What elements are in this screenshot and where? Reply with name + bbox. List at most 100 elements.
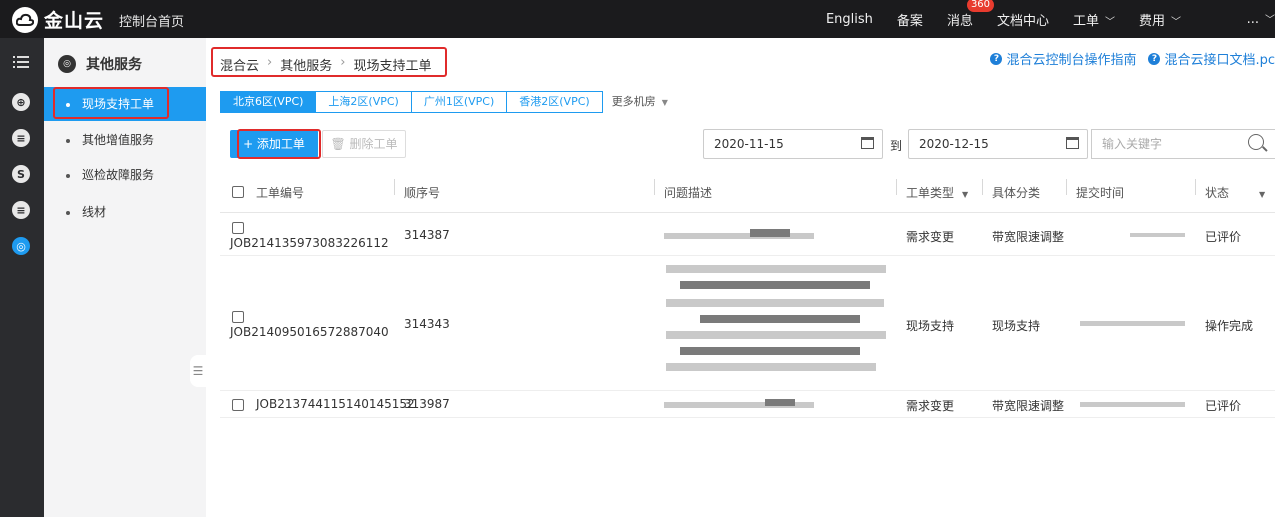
caret-down-icon: ▼ bbox=[1259, 190, 1266, 199]
api-docs-link[interactable]: ? 混合云接口文档.pc bbox=[1148, 49, 1275, 68]
nav-beian[interactable]: 备案 bbox=[897, 10, 923, 29]
redacted-description bbox=[666, 299, 884, 307]
breadcrumb-item[interactable]: 其他服务 bbox=[280, 55, 332, 74]
table-row[interactable]: JOB213744115140145152 313987 需求变更 带宽限速调整… bbox=[220, 392, 1275, 418]
more-regions-label: 更多机房 bbox=[611, 95, 656, 108]
help-links: ? 混合云控制台操作指南 ? 混合云接口文档.pc bbox=[978, 49, 1275, 68]
column-divider bbox=[654, 179, 655, 195]
column-divider bbox=[1195, 179, 1196, 195]
tab-region-guangzhou1[interactable]: 广州1区(VPC) bbox=[410, 91, 508, 113]
sidebar-title: 其他服务 bbox=[86, 57, 142, 73]
redacted-description bbox=[680, 347, 860, 355]
breadcrumb-item[interactable]: 混合云 bbox=[220, 55, 259, 74]
bullet-icon bbox=[66, 173, 70, 178]
ticket-status: 已评价 bbox=[1205, 230, 1242, 244]
user-menu[interactable]: ... ﹀ bbox=[1205, 11, 1275, 27]
end-date-input[interactable]: 2020-12-15 bbox=[908, 129, 1088, 159]
calendar-icon[interactable] bbox=[1066, 137, 1079, 149]
trash-icon: 🗑 bbox=[330, 137, 350, 151]
sidebar-item-label: 巡检故障服务 bbox=[82, 168, 155, 182]
nav-messages[interactable]: 消息 360 bbox=[947, 0, 995, 29]
redacted-submit-time bbox=[1080, 321, 1185, 326]
column-status-label: 状态 bbox=[1205, 186, 1230, 200]
caret-down-icon: ▼ bbox=[661, 98, 668, 107]
globe-icon[interactable]: ⊕ bbox=[11, 92, 31, 112]
ticket-type: 需求变更 bbox=[906, 230, 955, 244]
nav-billing[interactable]: 费用 ﹀ bbox=[1139, 10, 1181, 29]
chevron-down-icon: ﹀ bbox=[1104, 16, 1115, 28]
question-icon: ? bbox=[1148, 52, 1161, 65]
table-row[interactable]: JOB214135973083226112 314387 需求变更 带宽限速调整… bbox=[220, 214, 1275, 256]
user-name-masked: ... bbox=[1246, 12, 1259, 27]
logo-text: 金山云 bbox=[44, 10, 105, 32]
column-status[interactable]: 状态 ▼ bbox=[1205, 184, 1265, 201]
billing-icon[interactable]: S bbox=[11, 164, 31, 184]
breadcrumb: 混合云 › 其他服务 › 现场支持工单 bbox=[220, 55, 432, 74]
console-home-link[interactable]: 控制台首页 bbox=[119, 11, 184, 30]
ticket-category: 带宽限速调整 bbox=[992, 399, 1065, 413]
row-checkbox[interactable] bbox=[232, 220, 244, 234]
nav-tickets-label: 工单 bbox=[1072, 13, 1099, 29]
ticket-status: 操作完成 bbox=[1205, 319, 1254, 333]
calendar-icon[interactable] bbox=[861, 137, 874, 149]
nav-tickets[interactable]: 工单 ﹀ bbox=[1073, 10, 1115, 29]
ticket-id[interactable]: JOB214095016572887040 bbox=[230, 325, 389, 339]
redacted-description bbox=[666, 363, 876, 371]
document-icon[interactable]: ≡ bbox=[11, 128, 31, 148]
column-type[interactable]: 工单类型 ▼ bbox=[906, 184, 968, 201]
ticket-seq: 313987 bbox=[404, 397, 450, 411]
sidebar-item-label: 现场支持工单 bbox=[82, 97, 155, 111]
ticket-id[interactable]: JOB214135973083226112 bbox=[230, 236, 389, 250]
menu-icon[interactable] bbox=[11, 52, 31, 72]
service-icon[interactable]: ◎ bbox=[11, 236, 31, 256]
sidebar-item-onsite-support[interactable]: 现场支持工单 bbox=[44, 87, 206, 121]
start-date-input[interactable]: 2020-11-15 bbox=[703, 129, 883, 159]
ticket-id[interactable]: JOB213744115140145152 bbox=[256, 397, 415, 411]
more-regions-dropdown[interactable]: 更多机房 ▼ bbox=[612, 91, 668, 114]
api-docs-label: 混合云接口文档.pc bbox=[1164, 53, 1275, 68]
date-range-to-label: 到 bbox=[890, 139, 903, 153]
column-submit-time: 提交时间 bbox=[1076, 186, 1125, 200]
redacted-description bbox=[700, 315, 860, 323]
sidebar-item-value-added[interactable]: 其他增值服务 bbox=[44, 123, 206, 157]
service-icon: ◎ bbox=[58, 55, 76, 73]
tab-region-beijing6[interactable]: 北京6区(VPC) bbox=[220, 91, 317, 113]
sidebar-item-inspection[interactable]: 巡检故障服务 bbox=[44, 158, 206, 192]
sidebar-item-label: 线材 bbox=[82, 205, 107, 219]
icon-rail: ⊕ ≡ S ≡ ◎ bbox=[0, 38, 44, 517]
redacted-description bbox=[750, 229, 790, 237]
start-date-value: 2020-11-15 bbox=[714, 137, 784, 151]
sidebar: ◎ 其他服务 现场支持工单 其他增值服务 巡检故障服务 线材 bbox=[44, 38, 206, 517]
document-icon[interactable]: ≡ bbox=[11, 200, 31, 220]
delete-ticket-label: 删除工单 bbox=[349, 137, 398, 151]
bullet-icon bbox=[66, 138, 70, 143]
column-type-label: 工单类型 bbox=[906, 186, 955, 200]
ticket-type: 需求变更 bbox=[906, 399, 955, 413]
ticket-status: 已评价 bbox=[1205, 399, 1242, 413]
logo[interactable]: 金山云 bbox=[12, 6, 104, 33]
select-all-checkbox[interactable] bbox=[232, 184, 244, 198]
tab-region-shanghai2[interactable]: 上海2区(VPC) bbox=[315, 91, 412, 113]
column-description: 问题描述 bbox=[664, 186, 713, 200]
redacted-description bbox=[680, 281, 870, 289]
collapse-sidebar-icon[interactable]: ☰ bbox=[190, 355, 206, 387]
row-checkbox[interactable] bbox=[232, 309, 244, 323]
sidebar-item-label: 其他增值服务 bbox=[82, 133, 155, 147]
console-guide-link[interactable]: ? 混合云控制台操作指南 bbox=[990, 49, 1136, 68]
sidebar-item-cables[interactable]: 线材 bbox=[44, 195, 206, 229]
ticket-category: 现场支持 bbox=[992, 319, 1041, 333]
column-seq: 顺序号 bbox=[404, 186, 441, 200]
nav-english[interactable]: English bbox=[826, 12, 873, 27]
tab-region-hongkong2[interactable]: 香港2区(VPC) bbox=[506, 91, 603, 113]
nav-docs[interactable]: 文档中心 bbox=[997, 10, 1049, 29]
add-ticket-button[interactable]: + 添加工单 bbox=[230, 130, 318, 158]
column-divider bbox=[1066, 179, 1067, 195]
ticket-seq: 314343 bbox=[404, 317, 450, 331]
delete-ticket-button[interactable]: 🗑 删除工单 bbox=[322, 130, 406, 158]
search-icon[interactable] bbox=[1248, 134, 1264, 150]
row-checkbox[interactable] bbox=[232, 397, 244, 411]
chevron-down-icon: ﹀ bbox=[1171, 16, 1181, 28]
table-header: 工单编号 顺序号 问题描述 工单类型 ▼ 具体分类 提交时间 状态 ▼ bbox=[220, 171, 1275, 213]
table-row[interactable]: JOB214095016572887040 314343 现场支持 现场支持 操… bbox=[220, 257, 1275, 391]
ticket-category: 带宽限速调整 bbox=[992, 230, 1065, 244]
